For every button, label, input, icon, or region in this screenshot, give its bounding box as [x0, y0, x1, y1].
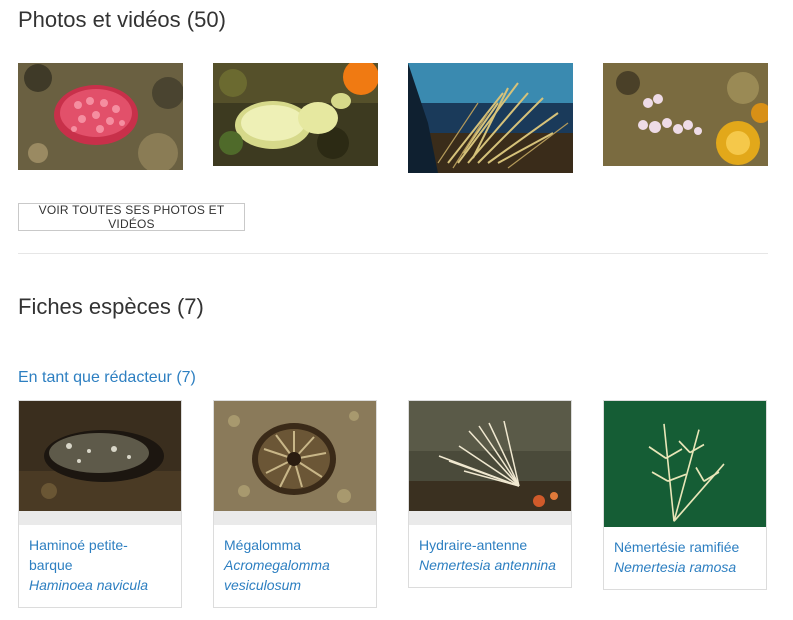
photo-thumbnail-2[interactable]	[213, 63, 378, 166]
species-scientific-name[interactable]: Acromegalomma vesiculosum	[224, 555, 366, 595]
species-scientific-name[interactable]: Nemertesia antennina	[419, 555, 561, 575]
card-spacer	[19, 511, 181, 525]
section-divider	[18, 253, 768, 254]
photo-thumbnail-1[interactable]	[18, 63, 183, 170]
species-scientific-name[interactable]: Haminoea navicula	[29, 575, 171, 595]
species-section-title: Fiches espèces (7)	[18, 294, 204, 319]
species-image-nemertesia-ramosa[interactable]	[604, 401, 766, 527]
card-spacer	[214, 511, 376, 525]
species-card[interactable]: Haminoé petite-barque Haminoea navicula	[18, 400, 182, 608]
species-image-hydraire-antenne[interactable]	[409, 401, 571, 511]
species-card[interactable]: Némertésie ramifiée Nemertesia ramosa	[603, 400, 767, 590]
photos-section-title: Photos et vidéos (50)	[18, 7, 226, 32]
species-card[interactable]: Mégalomma Acromegalomma vesiculosum	[213, 400, 377, 608]
view-all-photos-button[interactable]: VOIR TOUTES SES PHOTOS ET VIDÉOS	[18, 203, 245, 231]
species-scientific-name[interactable]: Nemertesia ramosa	[614, 557, 756, 577]
photo-thumbnail-4[interactable]	[603, 63, 768, 166]
species-image-megalomma[interactable]	[214, 401, 376, 511]
species-common-name[interactable]: Hydraire-antenne	[419, 535, 561, 555]
species-card[interactable]: Hydraire-antenne Nemertesia antennina	[408, 400, 572, 588]
as-editor-subheading[interactable]: En tant que rédacteur (7)	[18, 369, 196, 387]
species-image-haminoea[interactable]	[19, 401, 181, 511]
species-common-name[interactable]: Némertésie ramifiée	[614, 537, 756, 557]
species-common-name[interactable]: Mégalomma	[224, 535, 366, 555]
photo-thumbnail-3[interactable]	[408, 63, 573, 173]
card-spacer	[409, 511, 571, 525]
species-common-name[interactable]: Haminoé petite-barque	[29, 535, 171, 575]
